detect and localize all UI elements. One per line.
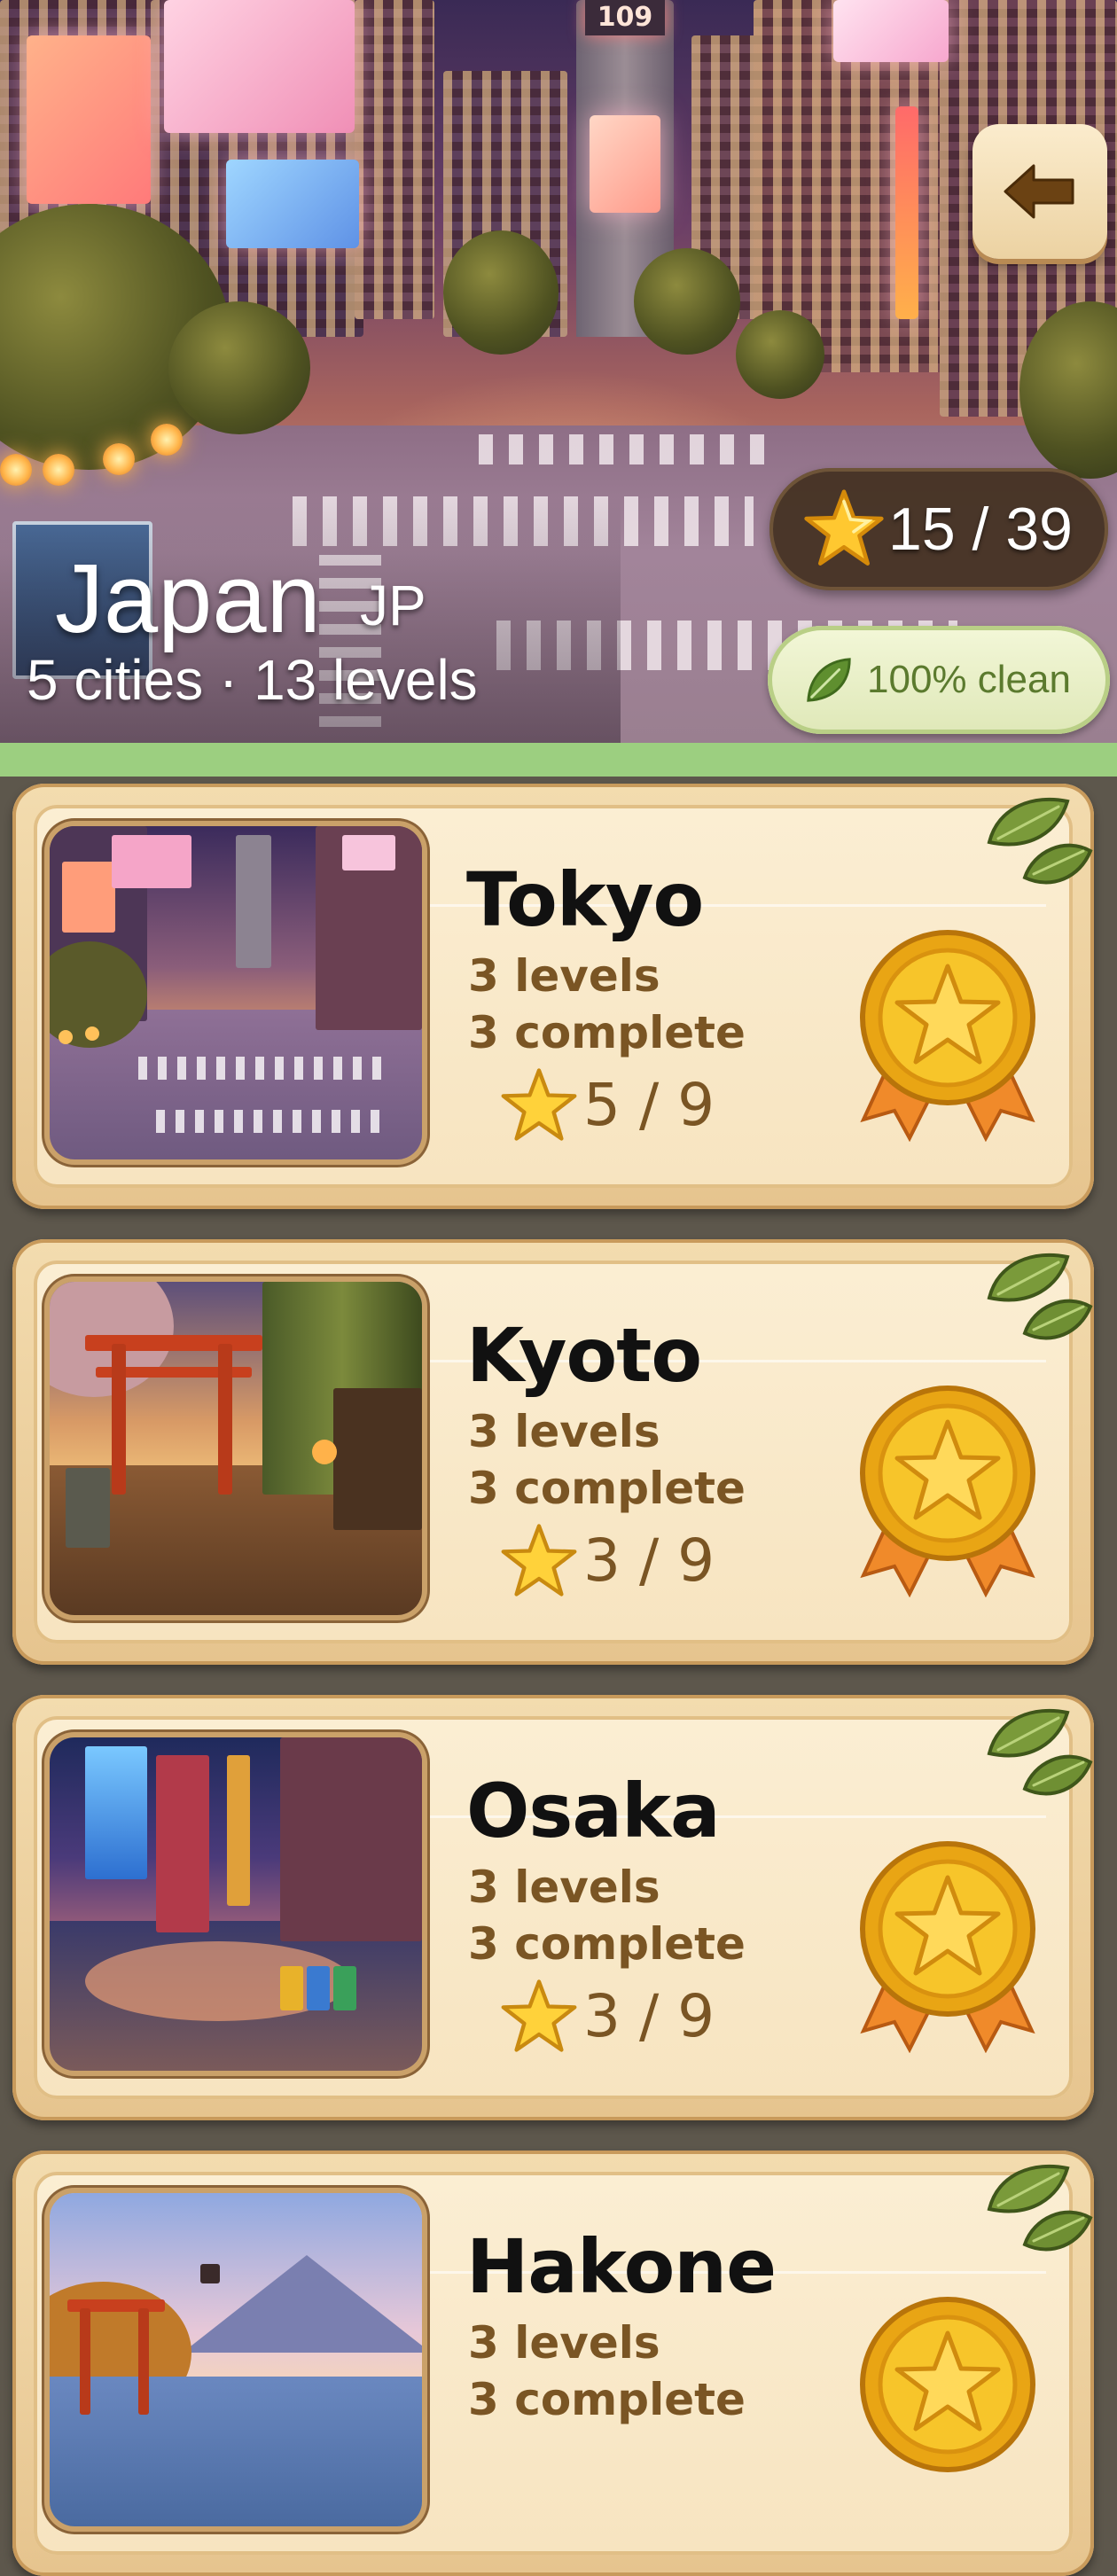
- thumb-lake: [50, 2376, 422, 2526]
- thumb-torii-post: [112, 1344, 126, 1495]
- thumb-house: [333, 1388, 422, 1530]
- star-icon: [501, 1068, 577, 1141]
- city-stars-count: 5 / 9: [583, 1070, 715, 1139]
- leaf-corner-icon: [987, 2164, 1093, 2252]
- star-icon: [501, 1524, 577, 1596]
- lantern: [103, 443, 135, 475]
- billboard: [590, 115, 660, 213]
- city-complete: 3 complete: [468, 1463, 746, 1514]
- thumb-billboard: [85, 1746, 147, 1879]
- city-levels: 3 levels: [468, 1862, 660, 1913]
- crosswalk: [479, 434, 780, 464]
- city-card-hakone[interactable]: Hakone 3 levels 3 complete: [12, 2151, 1094, 2576]
- thumb-building: [280, 1737, 422, 1941]
- city-card-osaka[interactable]: Osaka 3 levels 3 complete 3 / 9: [12, 1695, 1094, 2120]
- city-complete: 3 complete: [468, 1918, 746, 1970]
- thumb-torii-post: [138, 2308, 149, 2415]
- tree: [634, 248, 740, 355]
- city-stars-count: 3 / 9: [583, 1981, 715, 2050]
- thumb-lantern: [59, 1030, 73, 1044]
- city-stars: 3 / 9: [500, 1523, 715, 1597]
- lantern: [151, 424, 183, 456]
- city-thumbnail: [50, 1282, 422, 1615]
- city-thumbnail: [50, 826, 422, 1159]
- total-stars-badge: 15 / 39: [769, 468, 1108, 590]
- back-button[interactable]: [972, 124, 1107, 259]
- city-card-kyoto[interactable]: Kyoto 3 levels 3 complete 3 / 9: [12, 1239, 1094, 1665]
- city-levels: 3 levels: [468, 1406, 660, 1457]
- thumb-building: [156, 1755, 209, 1932]
- gold-medal-icon: [860, 2297, 1035, 2472]
- city-name: Osaka: [466, 1768, 721, 1854]
- country-subtitle: 5 cities · 13 levels: [27, 648, 478, 712]
- billboard: [833, 0, 949, 62]
- gold-medal-icon: [860, 930, 1035, 1142]
- billboard: [164, 0, 355, 133]
- city-stars: 3 / 9: [500, 1979, 715, 2053]
- city-card-tokyo[interactable]: Tokyo 3 levels 3 complete 5 / 9: [12, 784, 1094, 1209]
- thumb-building: [236, 835, 271, 968]
- gold-medal-icon: [860, 1841, 1035, 2053]
- star-icon: [501, 1979, 577, 2052]
- billboard: [27, 35, 151, 204]
- thumb-bin: [307, 1966, 330, 2010]
- billboard: [226, 160, 359, 248]
- city-levels: 3 levels: [468, 2317, 660, 2369]
- thumb-stone-lantern: [66, 1468, 110, 1548]
- thumb-billboard: [112, 835, 191, 888]
- thumb-billboard: [62, 862, 115, 933]
- total-stars-count: 15 / 39: [888, 496, 1073, 563]
- thumb-gondola: [200, 2264, 220, 2283]
- city-stars: 5 / 9: [500, 1067, 715, 1142]
- city-thumbnail: [50, 2193, 422, 2526]
- clean-badge: 100% clean: [768, 626, 1110, 734]
- lantern: [43, 454, 74, 486]
- country-name: Japan: [55, 544, 321, 653]
- city-complete: 3 complete: [468, 2374, 746, 2425]
- leaf-corner-icon: [987, 797, 1093, 885]
- clean-label: 100% clean: [867, 658, 1071, 701]
- city-stars-count: 3 / 9: [583, 1526, 715, 1595]
- lantern: [0, 454, 32, 486]
- city-thumbnail: [50, 1737, 422, 2071]
- thumb-bin: [280, 1966, 303, 2010]
- building: [355, 0, 434, 319]
- tree: [443, 230, 558, 355]
- city-levels: 3 levels: [468, 950, 660, 1002]
- city-name: Tokyo: [466, 856, 704, 943]
- header-divider: [0, 743, 1117, 777]
- city-name: Kyoto: [466, 1312, 702, 1399]
- thumb-crosswalk: [138, 1057, 387, 1080]
- leaf-icon: [807, 658, 851, 702]
- billboard-number: 109: [585, 0, 665, 35]
- thumb-billboard: [342, 835, 395, 870]
- city-complete: 3 complete: [468, 1007, 746, 1058]
- country-code: JP: [360, 574, 426, 637]
- thumb-building: [227, 1755, 250, 1906]
- billboard: [895, 106, 918, 319]
- thumb-torii-post: [218, 1344, 232, 1495]
- arrow-left-icon: [1004, 164, 1074, 219]
- thumb-lantern: [85, 1026, 99, 1041]
- city-name: Hakone: [466, 2223, 777, 2310]
- thumb-crosswalk: [156, 1110, 387, 1133]
- gold-medal-icon: [860, 1386, 1035, 1597]
- thumb-torii-post: [80, 2308, 90, 2415]
- tree: [168, 301, 310, 434]
- thumb-lantern: [312, 1440, 337, 1464]
- thumb-bin: [333, 1966, 356, 2010]
- tree: [736, 310, 824, 399]
- star-icon: [804, 489, 884, 566]
- leaf-corner-icon: [987, 1253, 1093, 1340]
- leaf-corner-icon: [987, 1708, 1093, 1796]
